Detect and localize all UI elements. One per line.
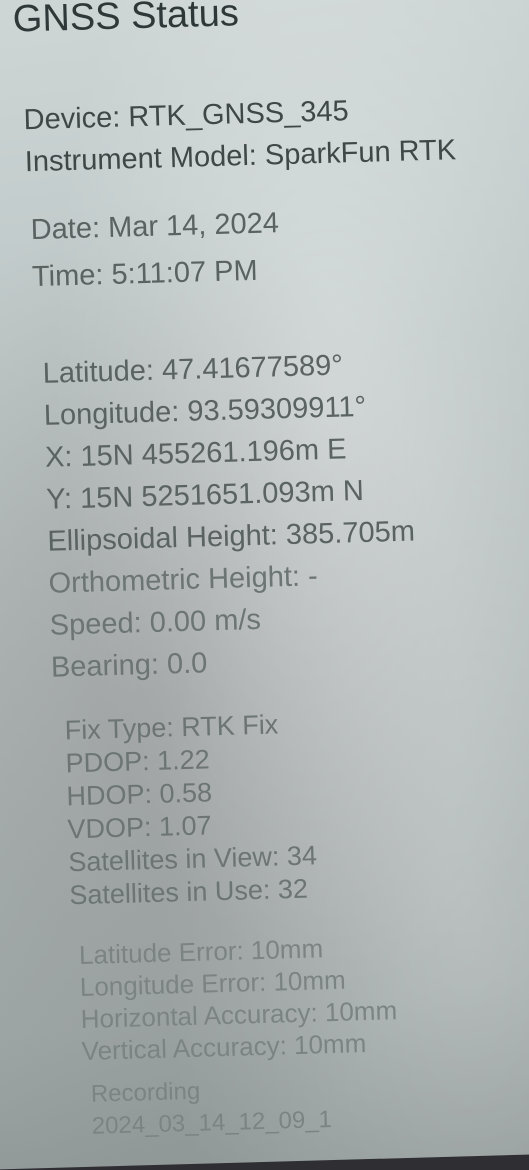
vdop-value: VDOP: 1.07 bbox=[67, 810, 212, 845]
utm-y-value: Y: 15N 5251651.093m N bbox=[45, 474, 365, 516]
device-section: Device: RTK_GNSS_345 Instrument Model: S… bbox=[23, 94, 457, 179]
date-value: Date: Mar 14, 2024 bbox=[30, 207, 280, 247]
time-value: Time: 5:11:07 PM bbox=[31, 254, 259, 294]
satellites-in-use-value: Satellites in Use: 32 bbox=[68, 873, 309, 911]
gnss-status-screen: GNSS Status Device: RTK_GNSS_345 Instrum… bbox=[0, 0, 529, 1170]
bearing-value: Bearing: 0.0 bbox=[50, 647, 208, 684]
fix-type-value: Fix Type: RTK Fix bbox=[64, 709, 279, 746]
page-title: GNSS Status bbox=[12, 0, 240, 41]
speed-value: Speed: 0.00 m/s bbox=[49, 603, 262, 642]
latitude-error-value: Latitude Error: 10mm bbox=[78, 933, 324, 971]
horizontal-accuracy-value: Horizontal Accuracy: 10mm bbox=[80, 995, 398, 1035]
fix-section: Fix Type: RTK Fix PDOP: 1.22 HDOP: 0.58 … bbox=[64, 709, 318, 911]
recording-label: Recording bbox=[90, 1077, 201, 1108]
datetime-section: Date: Mar 14, 2024 Time: 5:11:07 PM bbox=[30, 207, 280, 294]
device-name: Device: RTK_GNSS_345 bbox=[23, 95, 350, 137]
vertical-accuracy-value: Vertical Accuracy: 10mm bbox=[81, 1028, 367, 1067]
ellipsoidal-height-value: Ellipsoidal Height: 385.705m bbox=[46, 515, 416, 558]
satellites-in-view-value: Satellites in View: 34 bbox=[67, 840, 318, 878]
pdop-value: PDOP: 1.22 bbox=[65, 744, 211, 779]
instrument-model: Instrument Model: SparkFun RTK bbox=[24, 134, 457, 179]
longitude-value: Longitude: 93.59309911° bbox=[43, 390, 367, 432]
position-section: Latitude: 47.41677589° Longitude: 93.593… bbox=[42, 349, 418, 684]
accuracy-section: Latitude Error: 10mm Longitude Error: 10… bbox=[78, 933, 399, 1067]
hdop-value: HDOP: 0.58 bbox=[66, 777, 213, 812]
longitude-error-value: Longitude Error: 10mm bbox=[79, 964, 347, 1003]
recording-file: 2024_03_14_12_09_1 bbox=[91, 1106, 333, 1140]
latitude-value: Latitude: 47.41677589° bbox=[42, 349, 344, 390]
recording-section: Recording 2024_03_14_12_09_1 bbox=[90, 1076, 333, 1140]
utm-x-value: X: 15N 455261.196m E bbox=[44, 433, 347, 474]
orthometric-height-value: Orthometric Height: - bbox=[48, 560, 319, 600]
